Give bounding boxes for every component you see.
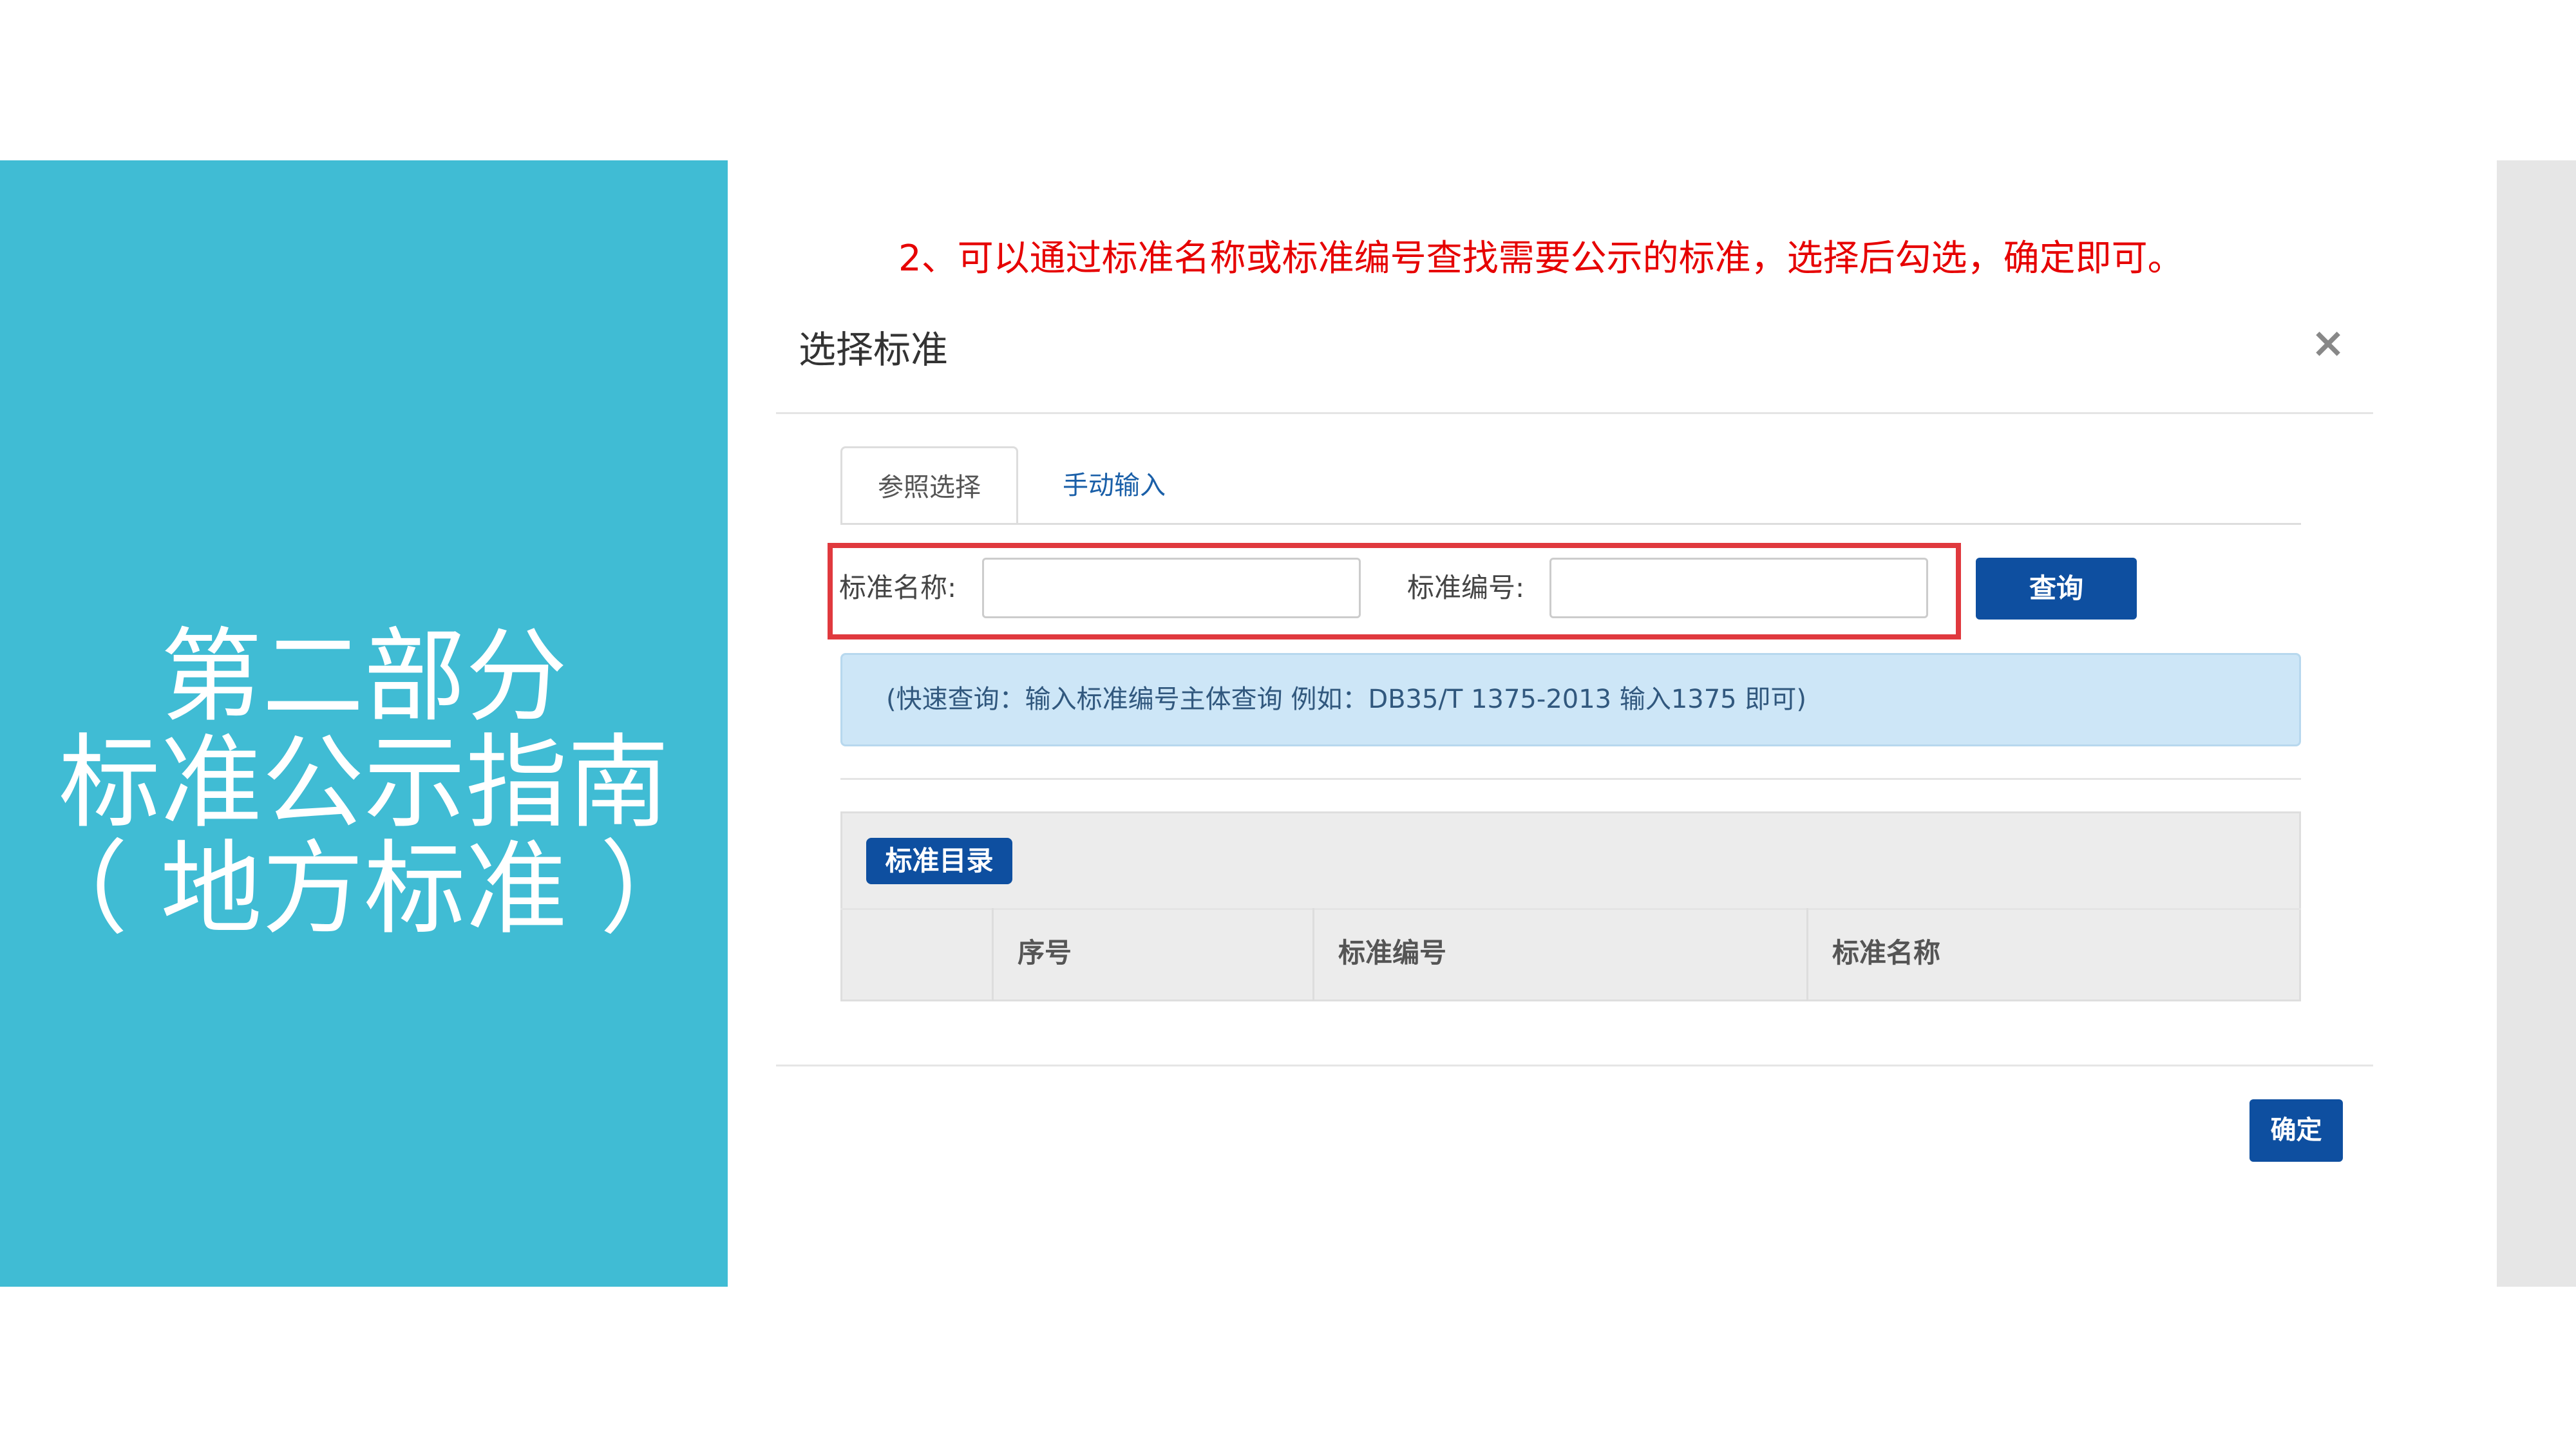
hint-divider	[840, 778, 2301, 780]
quick-search-hint: (快速查询：输入标准编号主体查询 例如：DB35/T 1375-2013 输入1…	[840, 653, 2301, 746]
section-title-line-3: （ 地方标准 ）	[26, 830, 702, 949]
section-title: 第二部分 标准公示指南 （ 地方标准 ）	[0, 624, 728, 943]
column-header-code: 标准编号	[1338, 937, 1447, 969]
right-decorative-strip	[2497, 160, 2576, 1287]
dialog-footer-divider	[776, 1065, 2373, 1066]
section-title-line-1: 第二部分	[160, 618, 567, 736]
column-separator	[1312, 908, 1314, 1001]
standard-code-label: 标准编号:	[1407, 572, 1525, 603]
column-separator	[992, 908, 994, 1001]
dialog-header-divider	[776, 412, 2373, 414]
instruction-text: 2、可以通过标准名称或标准编号查找需要公示的标准，选择后勾选，确定即可。	[898, 238, 2184, 279]
standard-name-label: 标准名称:	[839, 572, 957, 603]
query-button[interactable]: 查询	[1976, 558, 2137, 620]
confirm-button[interactable]: 确定	[2249, 1099, 2343, 1162]
column-separator	[1806, 908, 1808, 1001]
column-header-index: 序号	[1018, 937, 1072, 969]
left-title-panel: 第二部分 标准公示指南 （ 地方标准 ）	[0, 160, 728, 1287]
tab-reference-select[interactable]: 参照选择	[840, 446, 1018, 525]
standard-code-input[interactable]	[1549, 558, 1928, 618]
standard-name-input[interactable]	[982, 558, 1361, 618]
section-title-line-2: 标准公示指南	[59, 724, 669, 842]
column-header-name: 标准名称	[1832, 937, 1941, 969]
tab-manual-input[interactable]: 手动输入	[1027, 446, 1201, 525]
close-icon[interactable]: ×	[2309, 321, 2347, 366]
standard-catalog-badge: 标准目录	[866, 838, 1012, 884]
tab-divider	[840, 523, 2301, 525]
dialog-title: 选择标准	[799, 328, 949, 372]
slide: 第二部分 标准公示指南 （ 地方标准 ） 2、可以通过标准名称或标准编号查找需要…	[0, 0, 2576, 1449]
